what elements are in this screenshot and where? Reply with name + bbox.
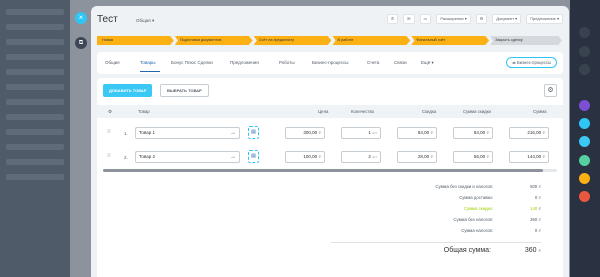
col-price: Цена — [318, 109, 329, 114]
drag-handle-icon[interactable]: ≡ — [107, 153, 111, 159]
arrow-right-icon[interactable]: → — [230, 128, 236, 138]
bell-icon[interactable] — [579, 27, 590, 38]
choose-product-button[interactable]: ВЫБРАТЬ ТОВАР — [160, 84, 209, 97]
stage-in-progress[interactable]: В работе — [332, 36, 411, 45]
row-number: 2. — [124, 155, 128, 160]
quantity-field[interactable]: 2 шт — [341, 151, 381, 163]
close-slider-button[interactable]: × — [75, 12, 87, 24]
add-product-button[interactable]: ДОБАВИТЬ ТОВАР — [103, 84, 153, 97]
summary-value-discount: 140 ₽ — [530, 206, 541, 211]
chat-icon[interactable] — [579, 46, 590, 57]
active-tab-underline — [140, 71, 160, 72]
scrollbar-thumb[interactable] — [103, 169, 543, 172]
total-label: Общая сумма: — [443, 247, 491, 254]
page-title: Тест — [97, 14, 118, 25]
summary-label-discount: Сумма скидки: — [463, 206, 493, 211]
products-panel: ДОБАВИТЬ ТОВАР ВЫБРАТЬ ТОВАР ⚙ ⚙ Товар Ц… — [97, 78, 563, 277]
app-icon-1[interactable] — [579, 118, 590, 129]
tab-offers[interactable]: Предложения — [230, 60, 259, 65]
arrow-right-icon[interactable]: → — [230, 152, 236, 162]
sum-field[interactable]: 216,00 ₽ — [509, 127, 549, 139]
col-discount: Скидка — [422, 109, 437, 114]
left-menu-overlay — [0, 0, 70, 277]
tab-business-processes[interactable]: Бизнес-процессы — [312, 60, 348, 65]
horizontal-scrollbar[interactable] — [103, 169, 557, 172]
sum-field[interactable]: 144,00 ₽ — [509, 151, 549, 163]
extensions-button[interactable]: Расширения ▾ — [436, 14, 471, 24]
right-toolbar — [570, 0, 600, 277]
price-field[interactable]: 100,00 ₽ — [285, 151, 325, 163]
settings-small-icon[interactable]: ⚙ — [108, 109, 112, 115]
tab-general[interactable]: Общие — [105, 60, 120, 65]
summary-value: 500 ₽ — [530, 184, 541, 189]
app-icon-3[interactable] — [579, 155, 590, 166]
summary-label: Сумма без скидки и налогов: — [435, 184, 493, 189]
summary-label: Сумма без налогов: — [453, 217, 493, 222]
tab-bonus[interactable]: Бонус Плюс Сделки — [171, 60, 213, 65]
top-controls: ✆ ✉ ▭ Расширения ▾ ⚙ Документ ▾ Предложе… — [386, 14, 563, 24]
col-quantity: Количество — [351, 109, 375, 114]
stage-final-invoice[interactable]: Финальный счёт — [411, 36, 490, 45]
discount-sum-field[interactable]: 56,00 ₽ — [453, 151, 493, 163]
documents-button[interactable]: Документ ▾ — [492, 14, 522, 24]
total-value: 360 ₽ — [524, 247, 541, 254]
stage-docs[interactable]: Подготовка документов — [174, 36, 253, 45]
message-icon[interactable]: ▭ — [419, 14, 432, 24]
row-number: 1. — [124, 131, 128, 136]
summary-value: 360 ₽ — [530, 217, 541, 222]
tab-invoices[interactable]: Счета — [367, 60, 379, 65]
table-row: ≡ 2. Товар 2 → ▤ 100,00 ₽ 2 шт 28,00 ₽ 5… — [97, 147, 563, 171]
stage-close-deal[interactable]: Закрыть сделку — [490, 36, 562, 45]
business-processes-button[interactable]: ⇄ Бизнес-процессы — [506, 57, 557, 68]
pipeline-selector[interactable]: Общая ▾ — [136, 18, 154, 24]
catalog-icon[interactable]: ▤ — [248, 150, 259, 163]
app-icon-4[interactable] — [579, 173, 590, 184]
phone-icon[interactable]: ✆ — [386, 14, 399, 24]
tab-products[interactable]: Товары — [140, 60, 155, 65]
stage-prepayment[interactable]: Счёт на предоплату — [253, 36, 332, 45]
summary-value: 0 ₽ — [534, 195, 541, 200]
stage-new[interactable]: Новая — [97, 36, 174, 45]
suggestion-button[interactable]: Предложение ▾ — [526, 14, 563, 24]
catalog-icon[interactable]: ▤ — [248, 126, 259, 139]
col-product: Товар — [138, 109, 150, 114]
user-avatar[interactable] — [579, 100, 590, 111]
tab-links[interactable]: Связи — [394, 60, 407, 65]
pipeline-label: Общая — [136, 18, 151, 23]
col-discount-sum: Сумма скидки — [463, 109, 491, 114]
summary-divider — [331, 242, 541, 243]
drag-handle-icon[interactable]: ≡ — [107, 129, 111, 135]
product-name-field[interactable]: Товар 1 → — [135, 127, 240, 139]
table-header: ⚙ Товар Цена Количество Скидка Сумма ски… — [97, 105, 563, 118]
price-field[interactable]: 300,00 ₽ — [285, 127, 325, 139]
tabs-bar: Общие Товары Бонус Плюс Сделки Предложен… — [97, 52, 563, 74]
discount-field[interactable]: 84,00 ₽ — [397, 127, 437, 139]
product-name-field[interactable]: Товар 2 → — [135, 151, 240, 163]
stage-bar: Новая Подготовка документов Счёт на пред… — [97, 36, 563, 45]
settings-gear-icon[interactable]: ⚙ — [475, 14, 488, 24]
tab-robots[interactable]: Роботы — [279, 60, 295, 65]
tab-more[interactable]: Ещё ▾ — [421, 60, 434, 66]
table-settings-gear-icon[interactable]: ⚙ — [544, 84, 557, 97]
app-icon-2[interactable] — [579, 136, 590, 147]
deal-slider: Тест Общая ▾ ✆ ✉ ▭ Расширения ▾ ⚙ Докуме… — [91, 6, 569, 277]
email-icon[interactable]: ✉ — [403, 14, 415, 24]
quantity-field[interactable]: 1 шт — [341, 127, 381, 139]
discount-sum-field[interactable]: 84,00 ₽ — [453, 127, 493, 139]
col-sum: Сумма — [533, 109, 547, 114]
pin-slider-button[interactable]: ⧉ — [75, 37, 87, 49]
summary-label: Сумма налогов: — [461, 228, 493, 233]
summary-value: 0 ₽ — [534, 228, 541, 233]
discount-field[interactable]: 28,00 ₽ — [397, 151, 437, 163]
search-icon[interactable] — [579, 64, 590, 75]
table-row: ≡ 1. Товар 1 → ▤ 300,00 ₽ 1 шт 84,00 ₽ 8… — [97, 123, 563, 147]
app-icon-5[interactable] — [579, 191, 590, 202]
summary-label: Сумма доставки: — [459, 195, 493, 200]
